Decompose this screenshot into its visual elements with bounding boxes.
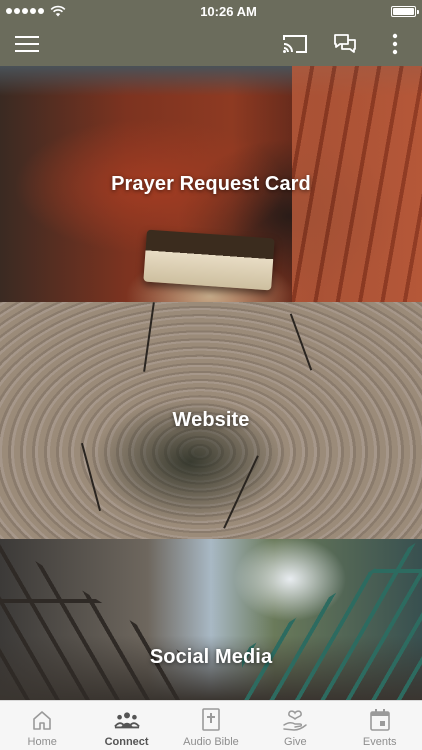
home-icon (29, 708, 55, 732)
tile-website[interactable]: Website (0, 302, 422, 539)
tab-bar: Home Connect Audio Bible Give Events (0, 700, 422, 750)
wifi-icon (50, 5, 66, 17)
calendar-icon (367, 708, 393, 732)
signal-strength (6, 5, 66, 17)
more-vertical-icon[interactable] (380, 29, 410, 59)
tab-label: Give (284, 736, 307, 748)
tab-label: Home (27, 736, 57, 748)
chat-bubbles-icon[interactable] (330, 29, 360, 59)
people-icon (113, 708, 140, 732)
nav-bar (0, 22, 422, 66)
tab-label: Connect (104, 736, 149, 748)
status-time: 10:26 AM (200, 3, 257, 19)
tab-label: Events (362, 736, 397, 748)
tab-audio-bible[interactable]: Audio Bible (169, 700, 253, 750)
tab-connect[interactable]: Connect (85, 700, 169, 750)
status-bar: 10:26 AM (0, 0, 422, 22)
tile-social-media[interactable]: Social Media (0, 539, 422, 700)
tab-give[interactable]: Give (253, 700, 337, 750)
tile-label: Social Media (149, 646, 273, 668)
give-heart-hand-icon (282, 708, 308, 732)
battery-icon (390, 5, 419, 17)
tile-label: Website (172, 409, 250, 431)
tab-home[interactable]: Home (0, 700, 84, 750)
tile-label: Prayer Request Card (111, 172, 311, 195)
tile-prayer-request-card[interactable]: Prayer Request Card (0, 66, 422, 302)
hamburger-menu-icon[interactable] (12, 29, 42, 59)
bridge-image (0, 539, 422, 700)
bible-icon (198, 708, 224, 732)
tab-events[interactable]: Events (338, 700, 422, 750)
tab-label: Audio Bible (183, 736, 239, 748)
cast-icon[interactable] (280, 29, 310, 59)
connect-tiles: Prayer Request Card Website Social Media (0, 66, 422, 700)
